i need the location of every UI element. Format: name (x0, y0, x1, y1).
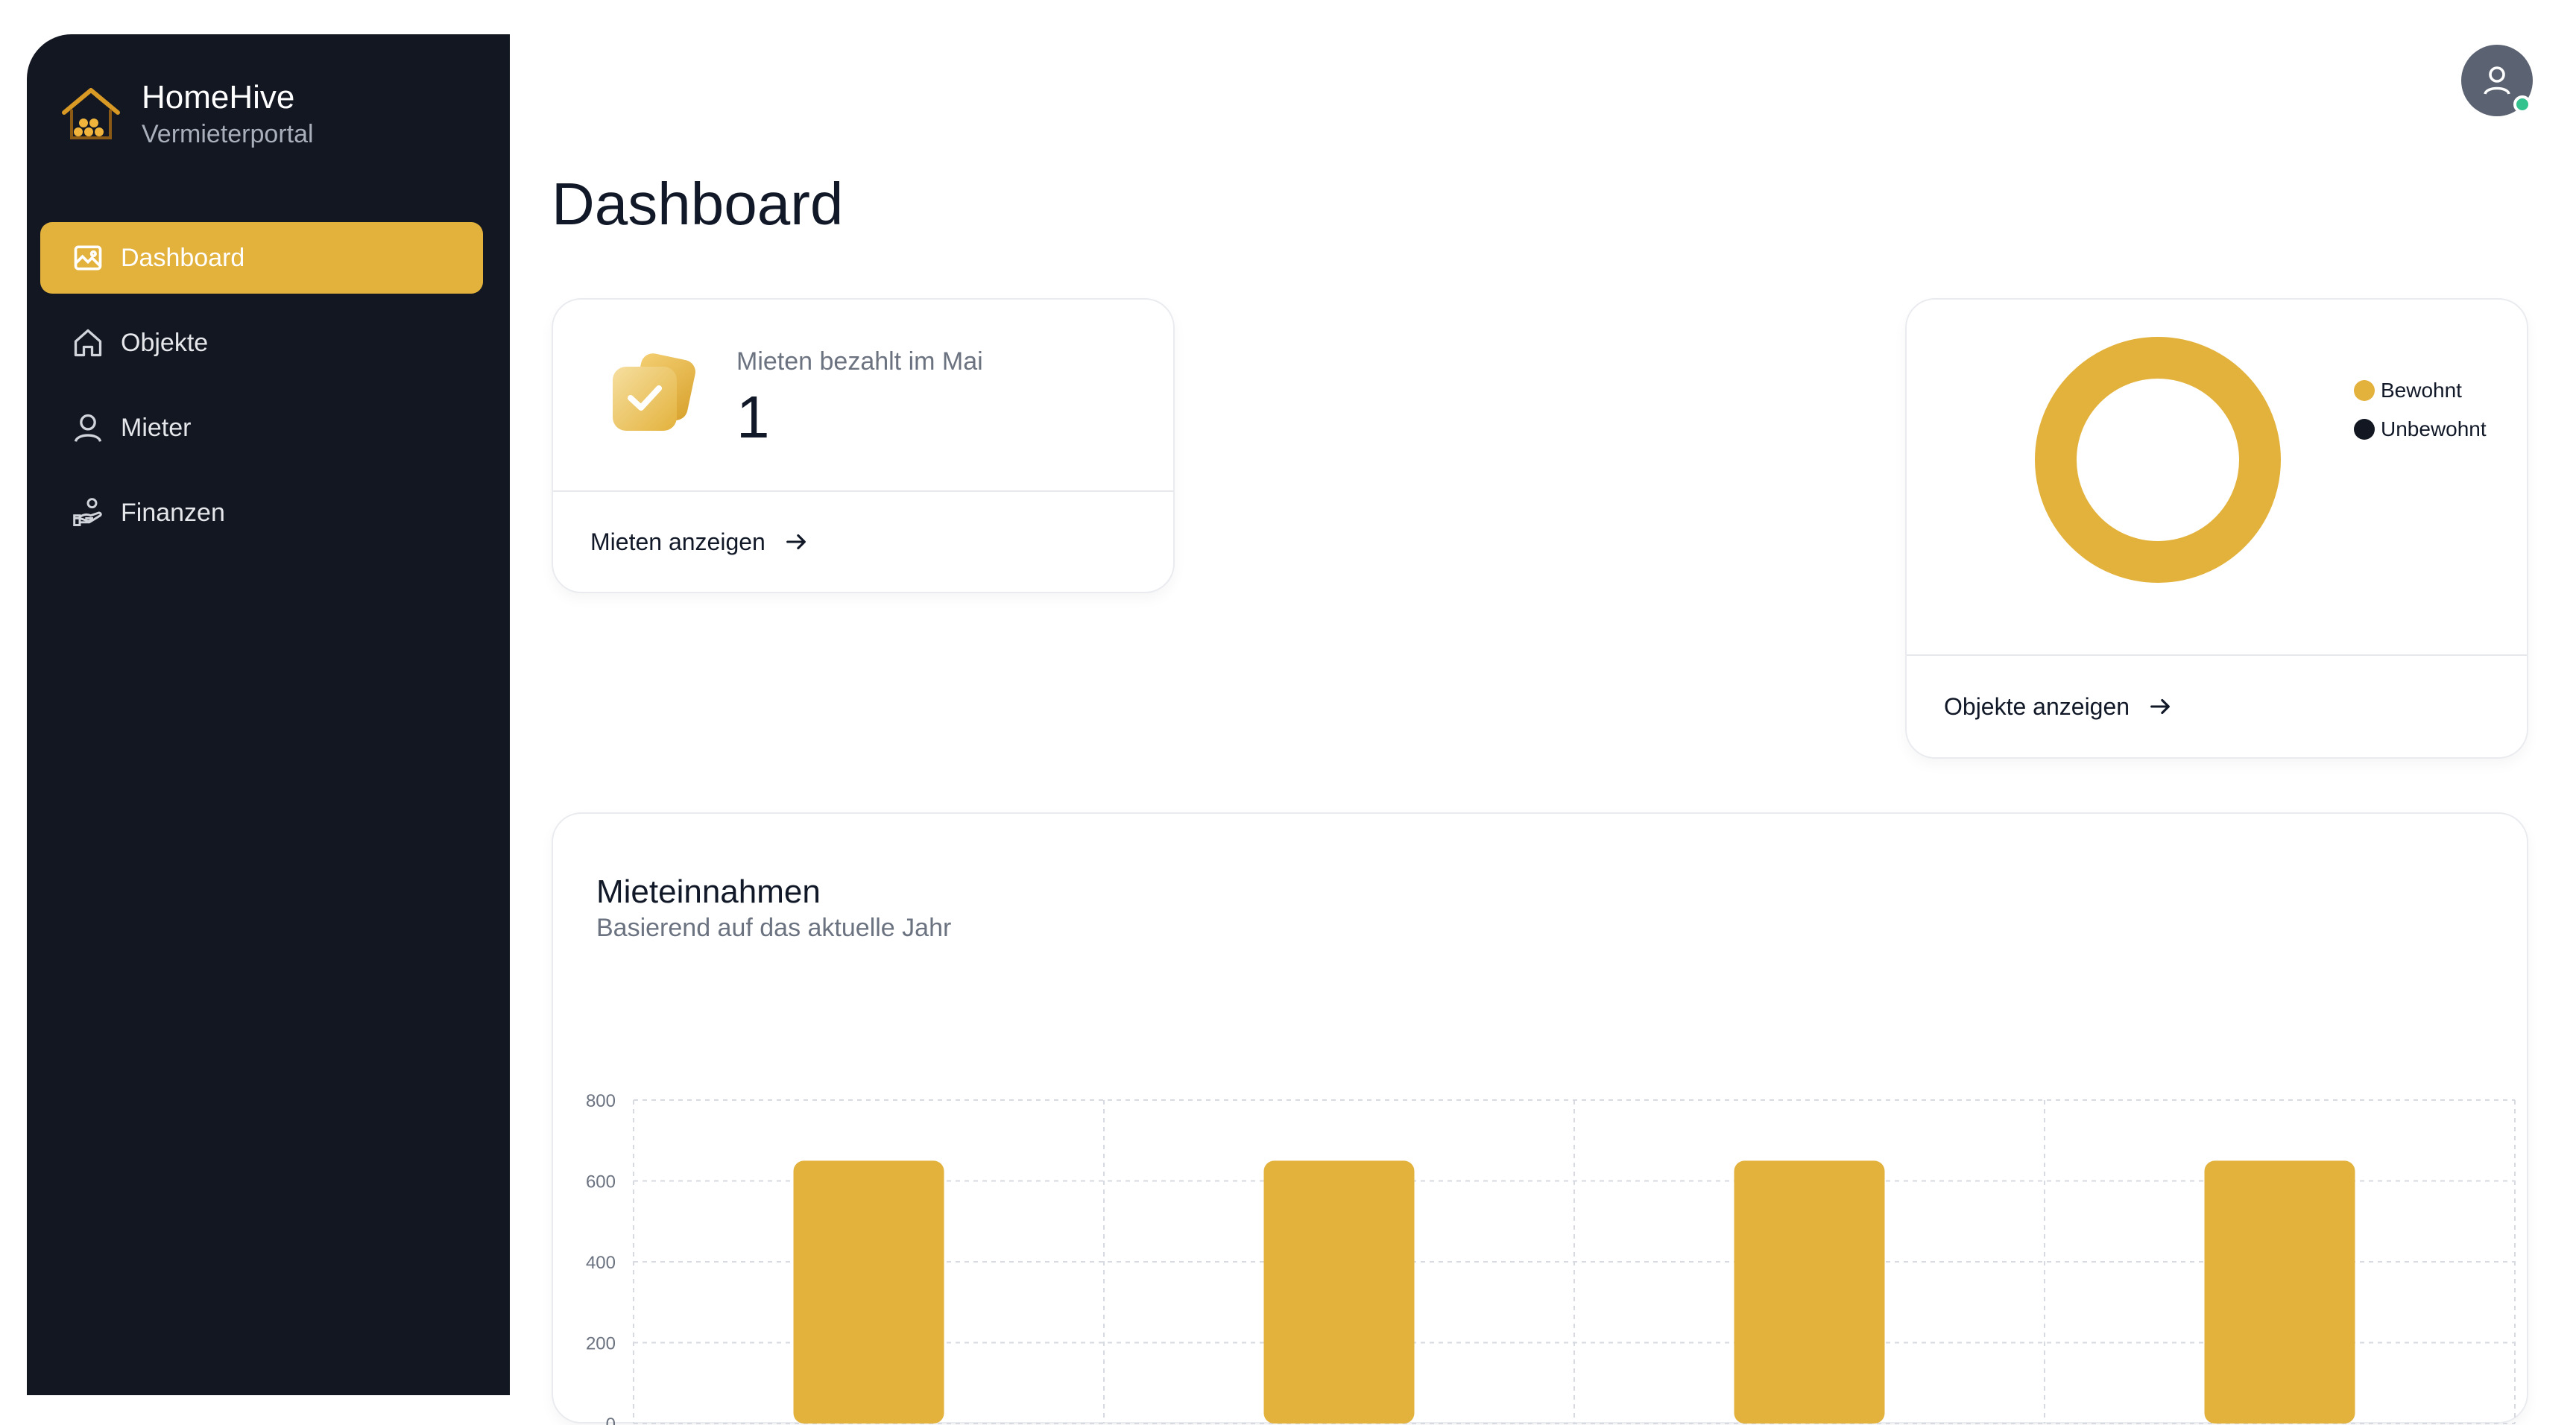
rental-income-bar-chart: 0200400600800FebMärAprMai (586, 1091, 2516, 1425)
sidebar-item-label: Mieter (121, 413, 192, 442)
legend-dot-bewohnt (2354, 380, 2375, 401)
chart-subtitle: Basierend auf das aktuelle Jahr (596, 914, 952, 942)
sidebar-item-mieter[interactable]: Mieter (40, 392, 483, 464)
rent-card-label: Mieten bezahlt im Mai (736, 347, 983, 376)
house-icon (72, 326, 104, 359)
y-tick-label: 600 (586, 1172, 616, 1192)
user-avatar-icon (2484, 66, 2510, 95)
y-tick-label: 200 (586, 1334, 616, 1354)
brand[interactable]: HomeHive Vermieterportal (57, 78, 314, 151)
bar-apr (1734, 1160, 1885, 1424)
show-objects-link-label: Objekte anzeigen (1944, 692, 2130, 720)
sidebar-item-label: Dashboard (121, 243, 245, 272)
occupancy-card: Bewohnt Unbewohnt Objekte anzeigen (1905, 298, 2528, 759)
bar-feb (793, 1160, 944, 1424)
bar-mai (2204, 1160, 2355, 1424)
rent-card-value: 1 (736, 384, 770, 450)
online-status-dot (2513, 95, 2531, 113)
show-rents-link-label: Mieten anzeigen (590, 528, 765, 555)
brand-title: HomeHive (142, 79, 295, 116)
brand-subtitle: Vermieterportal (142, 120, 314, 148)
sidebar: HomeHive Vermieterportal Dashboard Objek… (27, 34, 510, 1395)
hand-coins-icon (72, 496, 104, 529)
show-rents-link[interactable]: Mieten anzeigen (553, 490, 1173, 592)
sidebar-item-label: Objekte (121, 328, 209, 357)
rent-paid-card: Mieten bezahlt im Mai 1 Mieten anzeigen (552, 298, 1175, 593)
bar-mär (1263, 1160, 1415, 1424)
y-tick-label: 0 (606, 1415, 616, 1425)
occupancy-donut-chart (2035, 337, 2281, 583)
user-icon (72, 411, 104, 444)
y-tick-label: 400 (586, 1253, 616, 1273)
rental-income-card: Mieteinnahmen Basierend auf das aktuelle… (552, 812, 2528, 1425)
check-card-icon (613, 353, 695, 431)
legend-item-unbewohnt: Unbewohnt (2354, 417, 2487, 441)
legend-label: Bewohnt (2381, 379, 2462, 402)
arrow-right-icon (2150, 698, 2170, 715)
chart-title: Mieteinnahmen (596, 873, 821, 910)
sidebar-nav: Dashboard Objekte Mieter Finanzen (40, 222, 483, 562)
user-avatar-button[interactable] (2461, 45, 2533, 116)
sidebar-item-label: Finanzen (121, 498, 225, 527)
sidebar-item-finanzen[interactable]: Finanzen (40, 477, 483, 549)
legend-label: Unbewohnt (2381, 417, 2487, 440)
y-tick-label: 800 (586, 1091, 616, 1111)
arrow-right-icon (786, 534, 806, 550)
show-objects-link[interactable]: Objekte anzeigen (1907, 654, 2527, 757)
occupancy-legend: Bewohnt Unbewohnt (2354, 379, 2487, 456)
donut-slice-bewohnt (2035, 337, 2281, 583)
legend-item-bewohnt: Bewohnt (2354, 379, 2487, 402)
dashboard-image-icon (72, 241, 104, 274)
legend-dot-unbewohnt (2354, 419, 2375, 440)
page-title: Dashboard (552, 171, 844, 237)
sidebar-item-dashboard[interactable]: Dashboard (40, 222, 483, 294)
sidebar-item-objekte[interactable]: Objekte (40, 307, 483, 379)
homehive-logo-icon (62, 88, 120, 139)
